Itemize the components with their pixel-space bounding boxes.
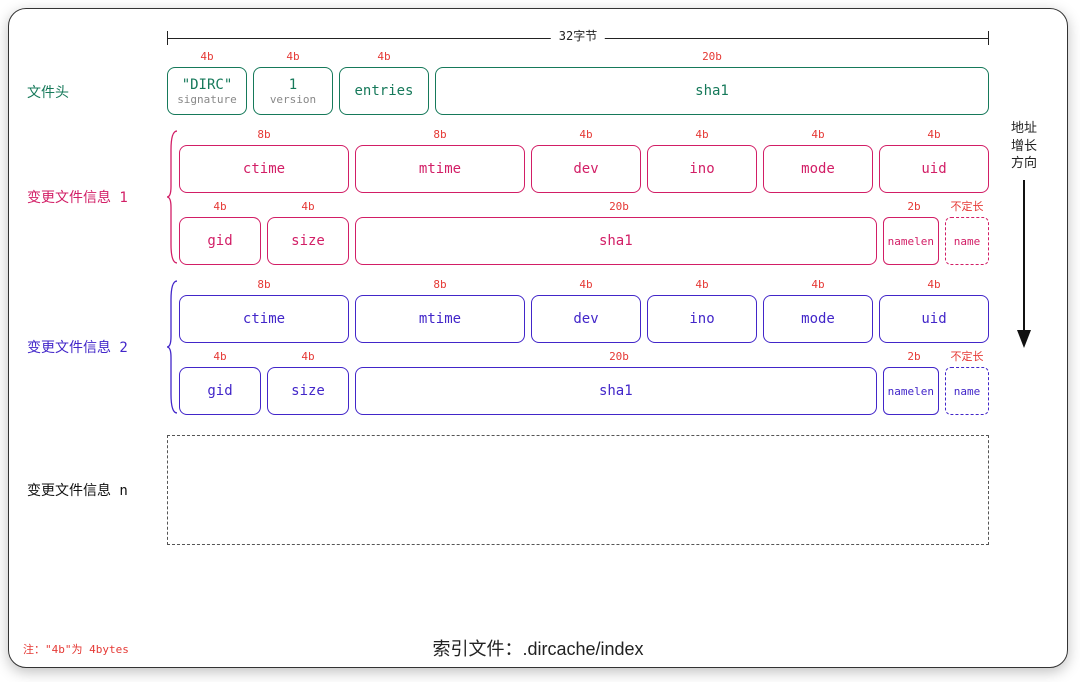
cell-dirc: "DIRC" signature <box>167 67 247 115</box>
entry1-label: 变更文件信息 1 <box>27 129 167 265</box>
cell-name: name <box>945 217 989 265</box>
entry1-row1-sizes: 8b 8b 4b 4b 4b 4b <box>179 129 989 141</box>
cell-gid: gid <box>179 217 261 265</box>
entry2-row1-cells: ctime mtime dev ino mode uid <box>179 295 989 343</box>
cell-uid: uid <box>879 295 989 343</box>
cell-size: size <box>267 217 349 265</box>
cell-sha1-header: sha1 <box>435 67 989 115</box>
cell-size: size <box>267 367 349 415</box>
cell-dev: dev <box>531 295 641 343</box>
section-entry-2: 变更文件信息 2 8b 8b 4b 4b 4b 4b ctime mtime d… <box>27 279 1049 415</box>
section-entry-1: 变更文件信息 1 8b 8b 4b 4b 4b 4b ctime mtime d… <box>27 129 1049 265</box>
cell-uid: uid <box>879 145 989 193</box>
cell-version: 1 version <box>253 67 333 115</box>
cell-ino: ino <box>647 145 757 193</box>
arrow-label: 地址 增长 方向 <box>1011 119 1037 172</box>
ruler-label: 32字节 <box>551 27 605 44</box>
entry1-row1-cells: ctime mtime dev ino mode uid <box>179 145 989 193</box>
entry2-row2-cells: gid size sha1 namelen name <box>179 367 989 415</box>
down-arrow-icon <box>1014 180 1034 350</box>
ruler: 32字节 <box>167 31 989 45</box>
cell-dev: dev <box>531 145 641 193</box>
cell-sha1: sha1 <box>355 367 877 415</box>
header-cells: "DIRC" signature 1 version entries sha1 <box>167 67 989 115</box>
entry2-label: 变更文件信息 2 <box>27 279 167 415</box>
cell-ctime: ctime <box>179 145 349 193</box>
cell-name: name <box>945 367 989 415</box>
header-label: 文件头 <box>27 51 167 115</box>
cell-mode: mode <box>763 145 873 193</box>
entry2-row2-sizes: 4b 4b 20b 2b 不定长 <box>179 351 989 363</box>
section-header: 文件头 4b 4b 4b 20b "DIRC" signature 1 vers… <box>27 51 1049 115</box>
cell-mtime: mtime <box>355 145 525 193</box>
cell-mode: mode <box>763 295 873 343</box>
entry1-row2-sizes: 4b 4b 20b 2b 不定长 <box>179 201 989 213</box>
cell-gid: gid <box>179 367 261 415</box>
diagram-card: 32字节 文件头 4b 4b 4b 20b "DIRC" signature 1… <box>8 8 1068 668</box>
cell-sha1: sha1 <box>355 217 877 265</box>
entry-n-placeholder <box>167 435 989 545</box>
address-growth-arrow: 地址 增长 方向 <box>999 79 1049 350</box>
cell-namelen: namelen <box>883 367 939 415</box>
brace-entry1 <box>167 129 179 265</box>
caption: 索引文件：.dircache/index <box>9 635 1067 661</box>
entry2-row1-sizes: 8b 8b 4b 4b 4b 4b <box>179 279 989 291</box>
cell-entries: entries <box>339 67 429 115</box>
brace-entry2 <box>167 279 179 415</box>
entry1-row2-cells: gid size sha1 namelen name <box>179 217 989 265</box>
entryN-label: 变更文件信息 n <box>27 435 167 545</box>
cell-namelen: namelen <box>883 217 939 265</box>
cell-ctime: ctime <box>179 295 349 343</box>
cell-mtime: mtime <box>355 295 525 343</box>
section-entry-n: 变更文件信息 n <box>27 435 1049 545</box>
cell-ino: ino <box>647 295 757 343</box>
header-sizes: 4b 4b 4b 20b <box>167 51 989 63</box>
